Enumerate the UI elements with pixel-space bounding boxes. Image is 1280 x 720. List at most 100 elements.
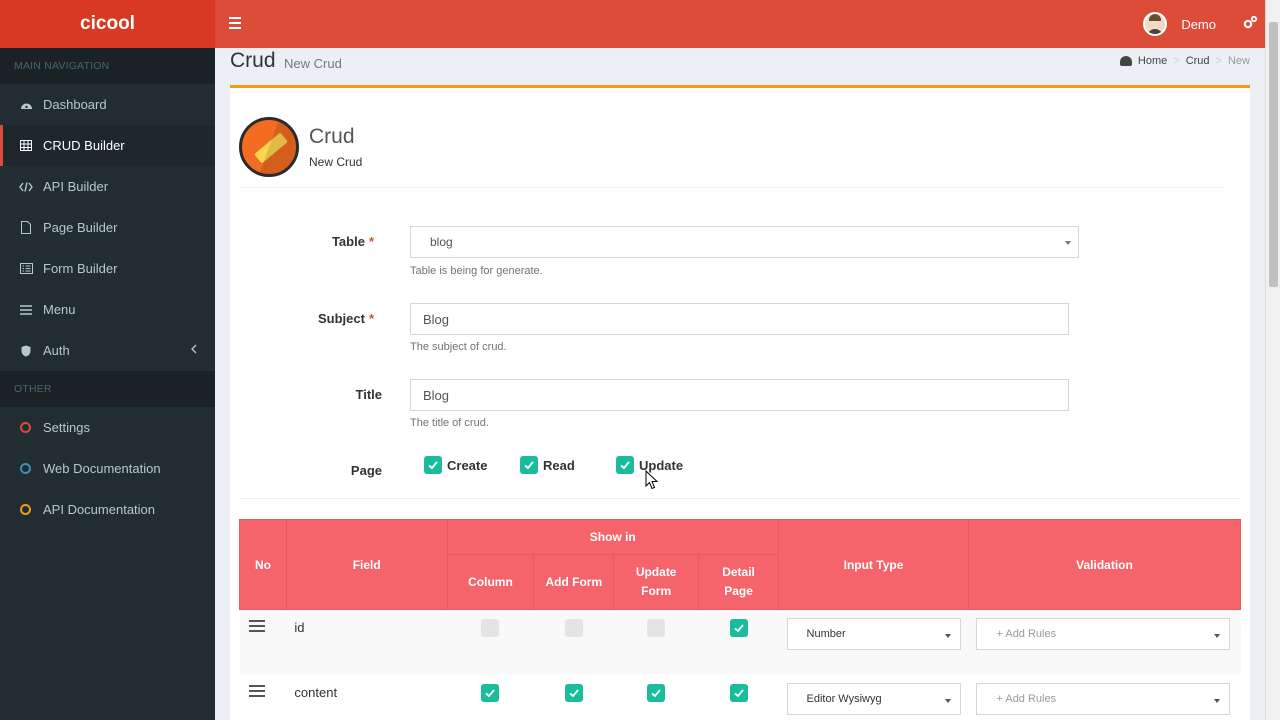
sidebar-item-label: API Builder xyxy=(43,179,109,194)
sidebar-item-auth[interactable]: Auth xyxy=(0,330,215,371)
title-label: Title xyxy=(355,387,383,402)
divider xyxy=(239,187,1224,188)
caret-down-icon xyxy=(1214,634,1221,638)
gears-icon[interactable] xyxy=(1242,15,1258,35)
caret-down-icon xyxy=(944,634,951,638)
subject-input[interactable]: Blog xyxy=(410,303,1069,335)
sidebar-item-form-builder[interactable]: Form Builder xyxy=(0,248,215,289)
sidebar-item-api-documentation[interactable]: API Documentation xyxy=(0,489,215,530)
header-update-form: Update Form xyxy=(613,554,700,610)
detail-page-checkbox[interactable] xyxy=(729,619,748,637)
header-input-type: Input Type xyxy=(778,519,969,610)
sidebar-item-page-builder[interactable]: Page Builder xyxy=(0,207,215,248)
page-subtitle: New Crud xyxy=(284,56,342,71)
bars-icon xyxy=(19,303,33,317)
list-alt-icon xyxy=(19,262,33,276)
select-value: Editor Wysiwyg xyxy=(806,692,882,705)
sidebar-item-label: CRUD Builder xyxy=(43,138,125,153)
header-no: No xyxy=(239,519,287,610)
user-name: Demo xyxy=(1181,16,1216,32)
title-help: The title of crud. xyxy=(410,417,489,429)
table-select[interactable]: blog xyxy=(410,226,1079,258)
box-title: Crud xyxy=(309,125,355,148)
field-name: id xyxy=(294,620,305,635)
sidebar-item-label: Dashboard xyxy=(43,97,107,112)
shield-icon xyxy=(19,344,33,358)
column-checkbox[interactable] xyxy=(481,683,500,702)
column-checkbox[interactable] xyxy=(481,619,500,637)
app-logo[interactable]: cicool xyxy=(0,0,215,48)
sidebar-item-label: Menu xyxy=(43,302,76,317)
sidebar-item-label: Web Documentation xyxy=(43,461,161,476)
select-value: Number xyxy=(806,628,846,640)
drag-handle-icon[interactable] xyxy=(248,684,265,697)
table-icon xyxy=(19,139,33,153)
check-icon xyxy=(520,456,538,474)
add-form-checkbox[interactable] xyxy=(564,619,583,637)
subject-label: Subject * xyxy=(317,311,374,326)
dashboard-icon xyxy=(19,98,33,112)
add-form-checkbox[interactable] xyxy=(564,683,583,702)
caret-down-icon xyxy=(1214,698,1221,703)
crud-box: Crud New Crud Table * blog Table is being… xyxy=(230,85,1250,720)
page-label: Page xyxy=(350,463,382,478)
sidebar-item-label: Settings xyxy=(43,420,90,435)
breadcrumb-separator: > xyxy=(1173,55,1180,67)
input-type-select[interactable]: Editor Wysiwyg xyxy=(786,682,961,715)
validation-select[interactable]: + Add Rules xyxy=(976,682,1231,715)
header-column: Column xyxy=(446,554,535,610)
sidebar-toggle-icon[interactable] xyxy=(229,17,241,29)
sidebar-header-main: MAIN NAVIGATION xyxy=(0,48,215,84)
circle-icon xyxy=(20,504,31,515)
table-row: content Editor Wysiwyg + Add Rules xyxy=(239,674,1241,720)
table-select-value: blog xyxy=(430,235,453,249)
box-subtitle: New Crud xyxy=(309,155,363,169)
header-add-form: Add Form xyxy=(533,554,615,610)
code-icon xyxy=(19,180,33,194)
sidebar: MAIN NAVIGATION Dashboard CRUD Builder A… xyxy=(0,48,215,720)
sidebar-item-label: Page Builder xyxy=(43,220,118,235)
subject-help: The subject of crud. xyxy=(410,341,507,353)
breadcrumb-crud[interactable]: Crud xyxy=(1186,55,1210,67)
header-validation: Validation xyxy=(967,519,1242,610)
breadcrumb-new: New xyxy=(1227,55,1250,67)
page-read-checkbox[interactable]: Read xyxy=(520,456,575,474)
mouse-cursor-icon xyxy=(645,470,659,490)
drag-handle-icon[interactable] xyxy=(248,620,265,632)
table-row: id Number + Add Rules xyxy=(239,609,1241,675)
title-input[interactable]: Blog xyxy=(410,379,1069,411)
sidebar-item-label: API Documentation xyxy=(43,502,156,517)
field-name: content xyxy=(294,684,338,700)
validation-select[interactable]: + Add Rules xyxy=(976,618,1231,650)
top-navbar: Demo xyxy=(215,0,1280,48)
file-icon xyxy=(19,221,33,235)
caret-down-icon xyxy=(1065,241,1071,245)
sidebar-item-web-documentation[interactable]: Web Documentation xyxy=(0,448,215,489)
sidebar-item-settings[interactable]: Settings xyxy=(0,407,215,448)
update-form-checkbox[interactable] xyxy=(647,683,666,702)
divider xyxy=(239,498,1241,499)
user-menu[interactable]: Demo xyxy=(1143,12,1216,36)
sidebar-item-dashboard[interactable]: Dashboard xyxy=(0,84,215,125)
header-detail-page: Detail Page xyxy=(698,554,780,610)
sidebar-item-label: Auth xyxy=(43,343,70,358)
pencil-logo-icon xyxy=(239,117,299,177)
select-value: + Add Rules xyxy=(996,628,1057,640)
scrollbar-thumb[interactable] xyxy=(1269,22,1278,287)
breadcrumb-separator: > xyxy=(1215,55,1222,67)
breadcrumb-home[interactable]: Home xyxy=(1138,55,1167,67)
table-help: Table is being for generate. xyxy=(410,265,543,277)
page-scrollbar[interactable] xyxy=(1265,0,1280,720)
detail-page-checkbox[interactable] xyxy=(729,683,748,702)
sidebar-item-menu[interactable]: Menu xyxy=(0,289,215,330)
caret-down-icon xyxy=(944,698,951,703)
check-icon xyxy=(616,456,634,474)
page-create-checkbox[interactable]: Create xyxy=(424,456,487,474)
update-form-checkbox[interactable] xyxy=(647,619,666,637)
sidebar-item-api-builder[interactable]: API Builder xyxy=(0,166,215,207)
input-type-select[interactable]: Number xyxy=(786,618,961,650)
sidebar-item-label: Form Builder xyxy=(43,261,118,276)
sidebar-header-other: OTHER xyxy=(0,371,215,407)
select-value: + Add Rules xyxy=(996,692,1057,705)
sidebar-item-crud-builder[interactable]: CRUD Builder xyxy=(0,125,215,166)
